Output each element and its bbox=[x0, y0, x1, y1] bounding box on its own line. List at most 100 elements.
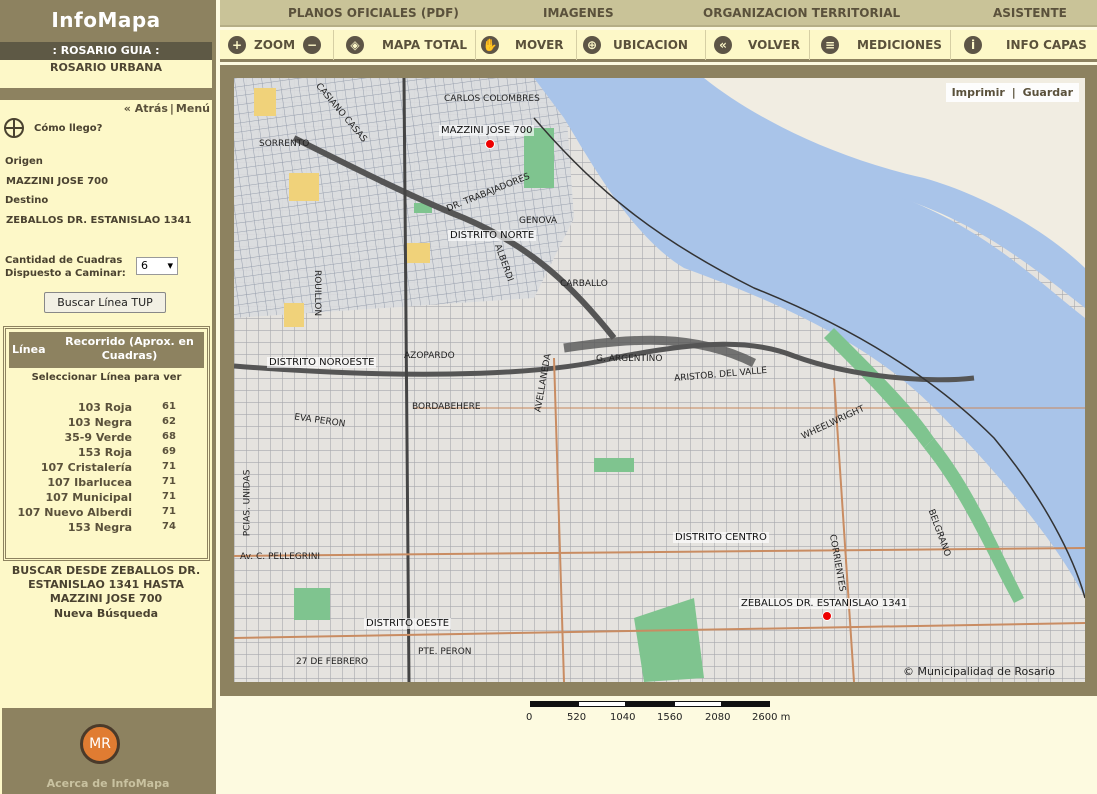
location-icon: ⊕ bbox=[583, 36, 601, 54]
back-link[interactable]: « Atrás bbox=[124, 102, 168, 115]
full-map-label: MAPA TOTAL bbox=[382, 38, 467, 52]
scale-label: 1560 bbox=[657, 712, 683, 723]
map-actions: Imprimir | Guardar bbox=[945, 83, 1079, 102]
menu-asistente[interactable]: ASISTENTE bbox=[993, 6, 1067, 20]
scale-segment bbox=[626, 701, 674, 707]
bus-line-row[interactable]: 153 Roja 69 bbox=[6, 446, 207, 461]
bus-line-blocks: 68 bbox=[162, 431, 176, 442]
mr-logo[interactable]: MR bbox=[80, 724, 120, 764]
street-label: ROUILLON bbox=[312, 269, 323, 317]
measure-icon: ≡ bbox=[821, 36, 839, 54]
destination-marker-label: ZEBALLOS DR. ESTANISLAO 1341 bbox=[739, 598, 910, 609]
bus-line-row[interactable]: 107 Municipal 71 bbox=[6, 491, 207, 506]
district-label: DISTRITO NOROESTE bbox=[267, 357, 377, 368]
zoom-in-icon[interactable]: + bbox=[228, 36, 246, 54]
destination-marker-pin[interactable] bbox=[822, 611, 832, 621]
zoom-out-icon[interactable]: − bbox=[303, 36, 322, 54]
map-copyright: © Municipalidad de Rosario bbox=[902, 665, 1055, 678]
walk-blocks-label-1: Cantidad de Cuadras bbox=[5, 255, 123, 266]
about-link[interactable]: Acerca de InfoMapa bbox=[2, 777, 214, 790]
walk-blocks-label: Cantidad de Cuadras Dispuesto a Caminar: bbox=[5, 254, 126, 280]
measure-tool[interactable]: ≡ MEDICIONES bbox=[821, 30, 951, 60]
scale-segment bbox=[674, 701, 722, 707]
street-label: PCIAS. UNIDAS bbox=[242, 469, 253, 537]
bus-line-name[interactable]: 107 Municipal bbox=[6, 491, 156, 506]
guide-title: : ROSARIO GUIA : bbox=[0, 42, 212, 60]
zoom-label: ZOOM bbox=[254, 38, 296, 52]
lines-note: Seleccionar Línea para ver bbox=[31, 372, 182, 383]
search-summary: BUSCAR DESDE ZEBALLOS DR. ESTANISLAO 134… bbox=[11, 564, 201, 605]
app-title: InfoMapa bbox=[0, 0, 212, 42]
walk-blocks-label-2: Dispuesto a Caminar: bbox=[5, 268, 126, 279]
bus-lines-panel: Línea Recorrido (Aprox. en Cuadras) Sele… bbox=[3, 326, 210, 561]
destination-value: ZEBALLOS DR. ESTANISLAO 1341 bbox=[6, 215, 192, 226]
bus-line-row[interactable]: 107 Ibarlucea 71 bbox=[6, 476, 207, 491]
new-search-link[interactable]: Nueva Búsqueda bbox=[4, 607, 208, 620]
info-layers-label: INFO CAPAS bbox=[1006, 38, 1087, 52]
app-window: InfoMapa : ROSARIO GUIA : ROSARIO URBANA… bbox=[0, 0, 1097, 794]
bus-line-blocks: 62 bbox=[162, 416, 176, 427]
walk-blocks-select[interactable]: 6 bbox=[136, 257, 178, 275]
scale-label: 520 bbox=[567, 712, 587, 723]
menu-planos[interactable]: PLANOS OFICIALES (PDF) bbox=[288, 6, 459, 20]
sidebar: InfoMapa : ROSARIO GUIA : ROSARIO URBANA… bbox=[0, 0, 216, 794]
bus-line-row[interactable]: 103 Roja 61 bbox=[6, 401, 207, 416]
bus-line-name[interactable]: 107 Cristalería bbox=[6, 461, 156, 476]
street-label: G. ARGENTINO bbox=[596, 354, 663, 364]
print-link[interactable]: Imprimir bbox=[952, 86, 1005, 99]
move-label: MOVER bbox=[515, 38, 564, 52]
scale-label: 1040 bbox=[610, 712, 636, 723]
bus-line-name[interactable]: 153 Negra bbox=[6, 521, 156, 536]
origin-marker-pin[interactable] bbox=[485, 139, 495, 149]
save-link[interactable]: Guardar bbox=[1023, 86, 1073, 99]
bus-line-blocks: 71 bbox=[162, 491, 176, 502]
location-tool[interactable]: ⊕ UBICACION bbox=[583, 30, 706, 60]
bus-line-row[interactable]: 107 Nuevo Alberdi 71 bbox=[6, 506, 207, 521]
district-label: DISTRITO OESTE bbox=[364, 618, 452, 629]
menu-organizacion[interactable]: ORGANIZACION TERRITORIAL bbox=[703, 6, 900, 20]
search-tup-button[interactable]: Buscar Línea TUP bbox=[44, 292, 166, 313]
back-tool[interactable]: « VOLVER bbox=[714, 30, 810, 60]
scale-segment bbox=[530, 701, 578, 707]
bus-line-blocks: 69 bbox=[162, 446, 176, 457]
bus-line-blocks: 61 bbox=[162, 401, 176, 412]
location-label: UBICACION bbox=[613, 38, 688, 52]
sidebar-nav: « Atrás | Menú bbox=[0, 88, 212, 118]
bus-line-row[interactable]: 35-9 Verde 68 bbox=[6, 431, 207, 446]
bus-line-name[interactable]: 103 Roja bbox=[6, 401, 156, 416]
bus-line-row[interactable]: 153 Negra 74 bbox=[6, 521, 207, 536]
origin-marker-label: MAZZINI JOSE 700 bbox=[439, 125, 535, 136]
globe-icon bbox=[4, 118, 24, 138]
bus-line-blocks: 71 bbox=[162, 461, 176, 472]
map-canvas[interactable]: Imprimir | Guardar MAZZINI JOSE 700 ZEBA… bbox=[234, 78, 1085, 682]
top-menu: PLANOS OFICIALES (PDF) IMAGENES ORGANIZA… bbox=[220, 0, 1097, 27]
bus-line-row[interactable]: 107 Cristalería 71 bbox=[6, 461, 207, 476]
street-label: PTE. PERON bbox=[418, 647, 472, 657]
scale-segment bbox=[722, 701, 770, 707]
menu-link[interactable]: Menú bbox=[176, 102, 210, 115]
bus-line-name[interactable]: 107 Nuevo Alberdi bbox=[6, 506, 156, 521]
howto-section[interactable]: Cómo llego? bbox=[4, 118, 102, 138]
header-route: Recorrido (Aprox. en Cuadras) bbox=[65, 335, 194, 362]
bus-line-name[interactable]: 103 Negra bbox=[6, 416, 156, 431]
howto-label: Cómo llego? bbox=[34, 122, 103, 134]
bus-line-row[interactable]: 103 Negra 62 bbox=[6, 416, 207, 431]
scale-label: 2080 bbox=[705, 712, 731, 723]
scale-bar: 0 520 1040 1560 2080 2600 m bbox=[526, 701, 820, 731]
menu-imagenes[interactable]: IMAGENES bbox=[543, 6, 614, 20]
info-layers-tool[interactable]: i INFO CAPAS bbox=[964, 30, 1094, 60]
move-tool[interactable]: ✋ MOVER bbox=[481, 30, 577, 60]
header-line: Línea bbox=[12, 343, 46, 356]
bus-line-name[interactable]: 35-9 Verde bbox=[6, 431, 156, 446]
bus-line-name[interactable]: 153 Roja bbox=[6, 446, 156, 461]
bus-lines-list: 103 Roja 61 103 Negra 62 35-9 Verde 68 153 … bbox=[6, 401, 207, 536]
map-graphic[interactable] bbox=[234, 78, 1085, 682]
scale-segment bbox=[578, 701, 626, 707]
zoom-tool[interactable]: + ZOOM − bbox=[228, 30, 334, 60]
full-map-tool[interactable]: ◈ MAPA TOTAL bbox=[346, 30, 476, 60]
scale-label: 2600 m bbox=[752, 712, 791, 723]
back-icon: « bbox=[714, 36, 732, 54]
info-icon: i bbox=[964, 36, 982, 54]
bus-line-blocks: 71 bbox=[162, 506, 176, 517]
bus-line-name[interactable]: 107 Ibarlucea bbox=[6, 476, 156, 491]
